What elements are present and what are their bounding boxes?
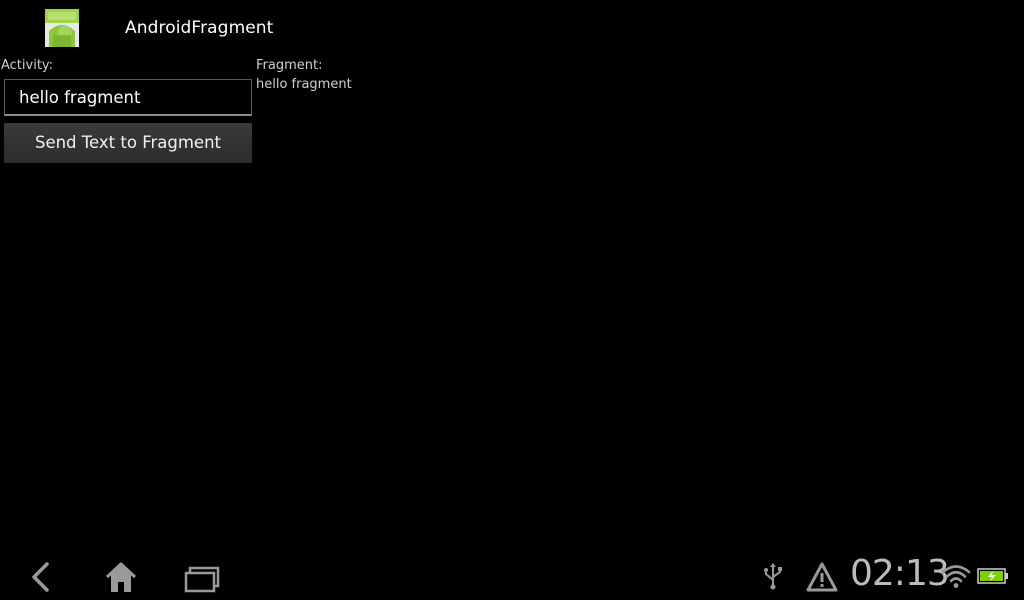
home-icon	[105, 562, 137, 592]
activity-text-input[interactable]	[5, 80, 251, 114]
battery-icon	[977, 568, 1008, 584]
android-screen: AndroidFragment Activity: Send Text to F…	[0, 0, 1024, 600]
status-clock: 02:13	[850, 553, 950, 594]
fragment-label: Fragment:	[256, 58, 323, 73]
home-button[interactable]	[96, 560, 146, 594]
activity-text-field[interactable]	[4, 79, 252, 116]
action-bar: AndroidFragment	[0, 0, 1024, 56]
wifi-icon	[941, 565, 971, 588]
fragment-text: hello fragment	[256, 77, 352, 92]
warning-icon	[806, 562, 838, 592]
back-button[interactable]	[15, 560, 65, 594]
recent-apps-icon	[184, 566, 220, 593]
send-text-button[interactable]: Send Text to Fragment	[4, 123, 252, 163]
activity-label: Activity:	[1, 58, 54, 73]
back-icon	[32, 562, 49, 592]
usb-icon	[764, 563, 782, 590]
app-title: AndroidFragment	[125, 18, 274, 38]
recent-apps-button[interactable]	[177, 560, 227, 594]
android-app-icon[interactable]	[45, 9, 79, 47]
